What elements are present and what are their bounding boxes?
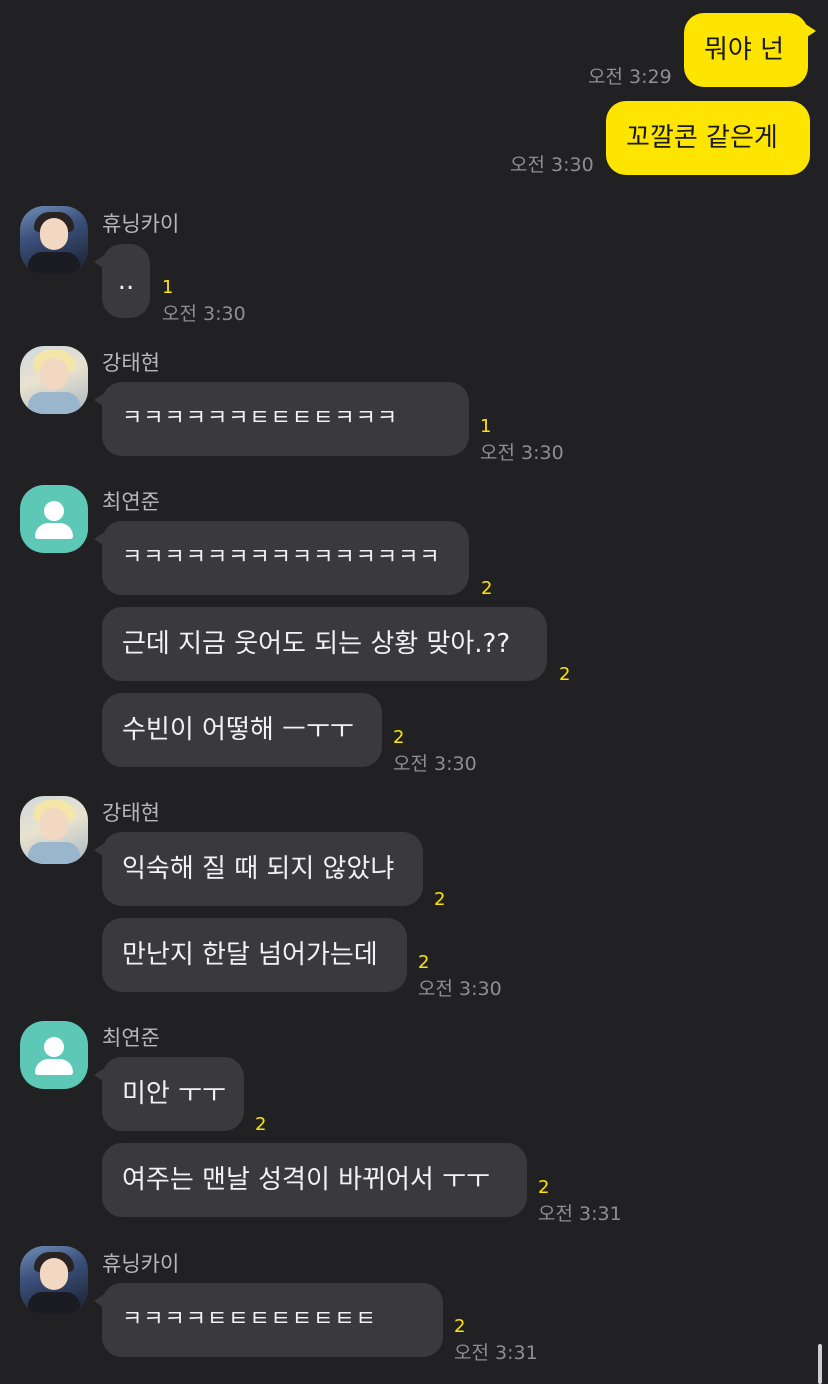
profile-avatar[interactable] [20,1246,88,1314]
avatar-face [40,808,68,840]
message-bubble[interactable]: 익숙해 질 때 되지 않았냐 [94,832,423,906]
message-bubble[interactable]: 근데 지금 웃어도 되는 상황 맞아.?? [102,607,547,681]
message-bubble[interactable]: 여주는 맨날 성격이 바뀌어서 ㅜㅜ [102,1143,527,1217]
sender-name: 최연준 [102,1026,160,1050]
sender-name: 휴닝카이 [102,1252,180,1276]
scrollbar[interactable] [818,1344,822,1384]
unread-count: 2 [559,664,571,685]
unread-count: 2 [418,952,430,973]
avatar-face [40,218,68,250]
profile-avatar[interactable] [20,206,88,274]
avatar-shirt [28,842,80,864]
my-message-bubble[interactable]: 뭐야 넌 [684,13,816,87]
message-time: 오전 3:31 [454,1342,538,1364]
unread-count: 2 [538,1177,550,1198]
sender-name: 강태현 [102,351,160,375]
sender-name: 휴닝카이 [102,212,180,236]
message-bubble[interactable]: 수빈이 어떻해 ㅡㅜㅜ [102,693,382,767]
person-icon-body [35,1059,73,1075]
message-time: 오전 3:30 [162,303,246,325]
unread-count: 1 [162,277,174,298]
sender-name: 강태현 [102,801,160,825]
unread-count: 1 [480,416,492,437]
avatar-face [40,358,68,390]
avatar-face [40,1258,68,1290]
message-time: 오전 3:30 [510,154,594,176]
message-time: 오전 3:30 [418,978,502,1000]
avatar-shirt [28,252,80,274]
message-bubble[interactable]: 미안 ㅜㅜ [94,1057,244,1131]
sender-name: 최연준 [102,490,160,514]
message-bubble[interactable]: ㅋㅋㅋㅋㅋㅋㅌㅌㅌㅌㅋㅋㅋ [94,382,469,456]
profile-avatar[interactable] [20,1021,88,1089]
message-bubble[interactable]: .. [94,244,150,318]
person-icon-head [44,501,64,521]
profile-avatar[interactable] [20,796,88,864]
message-bubble[interactable]: ㅋㅋㅋㅋㅌㅌㅌㅌㅌㅌㅌㅌ [94,1283,443,1357]
person-icon-head [44,1037,64,1057]
message-time: 오전 3:30 [480,442,564,464]
avatar-shirt [28,1292,80,1314]
my-message-bubble[interactable]: 꼬깔콘 같은게 [606,101,810,175]
unread-count: 2 [393,727,405,748]
avatar-shirt [28,392,80,414]
message-bubble[interactable]: ㅋㅋㅋㅋㅋㅋㅋㅋㅋㅋㅋㅋㅋㅋㅋ [94,521,469,595]
message-time: 오전 3:29 [588,66,672,88]
profile-avatar[interactable] [20,485,88,553]
profile-avatar[interactable] [20,346,88,414]
message-time: 오전 3:31 [538,1203,622,1225]
unread-count: 2 [255,1114,267,1135]
person-icon-body [35,523,73,539]
unread-count: 2 [434,889,446,910]
message-time: 오전 3:30 [393,753,477,775]
unread-count: 2 [454,1316,466,1337]
unread-count: 2 [481,578,493,599]
message-bubble[interactable]: 만난지 한달 넘어가는데 [102,918,407,992]
